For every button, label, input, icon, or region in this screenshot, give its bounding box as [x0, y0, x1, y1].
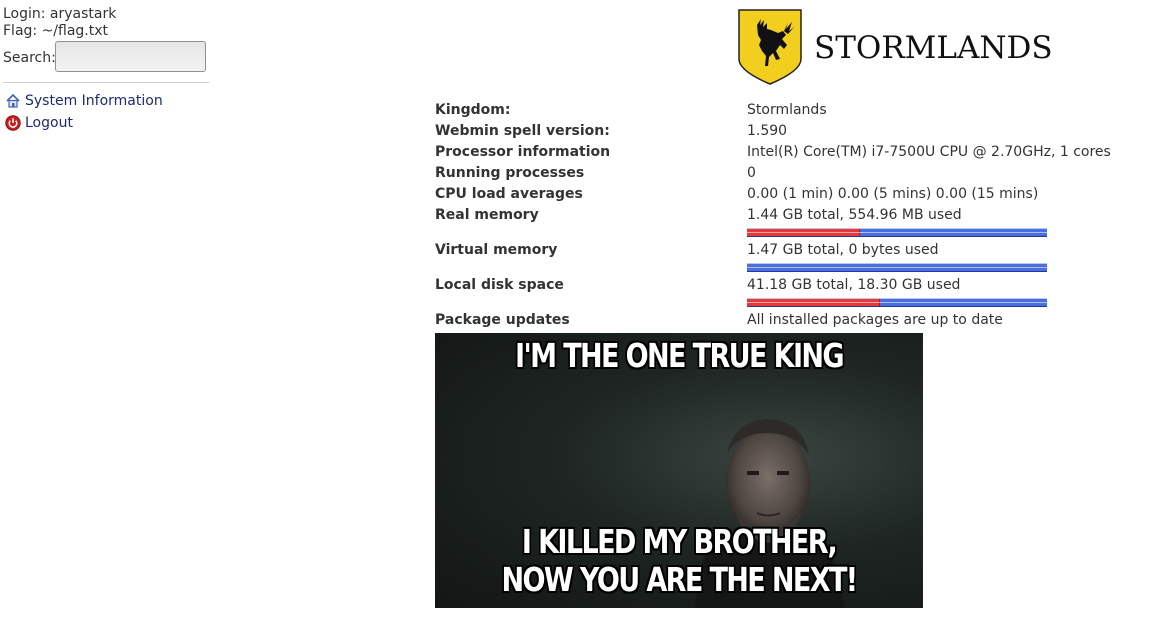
value-local-disk: 41.18 GB total, 18.30 GB used: [747, 277, 961, 293]
label-kingdom: Kingdom:: [435, 102, 511, 118]
nav-logout-label: Logout: [25, 115, 73, 131]
house-icon: [5, 93, 21, 109]
value-processor: Intel(R) Core(TM) i7-7500U CPU @ 2.70GHz…: [747, 144, 1111, 160]
nav-system-information[interactable]: System Information: [5, 92, 163, 110]
virtual-memory-bar: [747, 263, 1047, 272]
power-icon: [5, 115, 21, 131]
label-running-processes: Running processes: [435, 165, 585, 181]
label-webmin-version: Webmin spell version:: [435, 123, 610, 139]
meme-image: I'M THE ONE TRUE KING I KILLED MY BROTHE…: [435, 333, 923, 608]
value-virtual-memory: 1.47 GB total, 0 bytes used: [747, 242, 939, 258]
stormlands-logo: STORMLANDS: [738, 9, 1053, 87]
value-cpu-load: 0.00 (1 min) 0.00 (5 mins) 0.00 (15 mins…: [747, 186, 1039, 202]
value-real-memory: 1.44 GB total, 554.96 MB used: [747, 207, 962, 223]
label-package-updates: Package updates: [435, 312, 570, 328]
real-memory-bar: [747, 228, 1047, 237]
label-virtual-memory: Virtual memory: [435, 242, 558, 258]
nav-logout[interactable]: Logout: [5, 114, 73, 132]
label-cpu-load: CPU load averages: [435, 186, 583, 202]
stag-shield-icon: [738, 9, 802, 85]
value-webmin-version: 1.590: [747, 123, 788, 139]
logo-text: STORMLANDS: [814, 30, 1053, 66]
flag-text: Flag: ~/flag.txt: [3, 23, 109, 39]
meme-top-text: I'M THE ONE TRUE KING: [515, 336, 845, 375]
meme-bottom-text: I KILLED MY BROTHER, NOW YOU ARE THE NEX…: [479, 523, 879, 599]
label-real-memory: Real memory: [435, 207, 539, 223]
left-frame: Login: aryastark Flag: ~/flag.txt Search…: [0, 0, 215, 638]
value-package-updates: All installed packages are up to date: [747, 312, 1003, 328]
meme-bottom-line-1: I KILLED MY BROTHER,: [521, 522, 838, 561]
value-running-processes: 0: [747, 165, 756, 181]
search-input[interactable]: [55, 41, 206, 72]
meme-bottom-line-2: NOW YOU ARE THE NEXT!: [501, 560, 858, 599]
divider: [3, 82, 209, 83]
real-memory-bar-used: [747, 229, 860, 236]
label-processor: Processor information: [435, 144, 611, 160]
local-disk-bar: [747, 298, 1047, 307]
login-text: Login: aryastark: [3, 6, 117, 22]
label-local-disk: Local disk space: [435, 277, 564, 293]
value-kingdom: Stormlands: [747, 102, 827, 118]
nav-system-information-label: System Information: [25, 93, 163, 109]
local-disk-bar-used: [747, 299, 881, 306]
search-label: Search:: [3, 50, 56, 66]
